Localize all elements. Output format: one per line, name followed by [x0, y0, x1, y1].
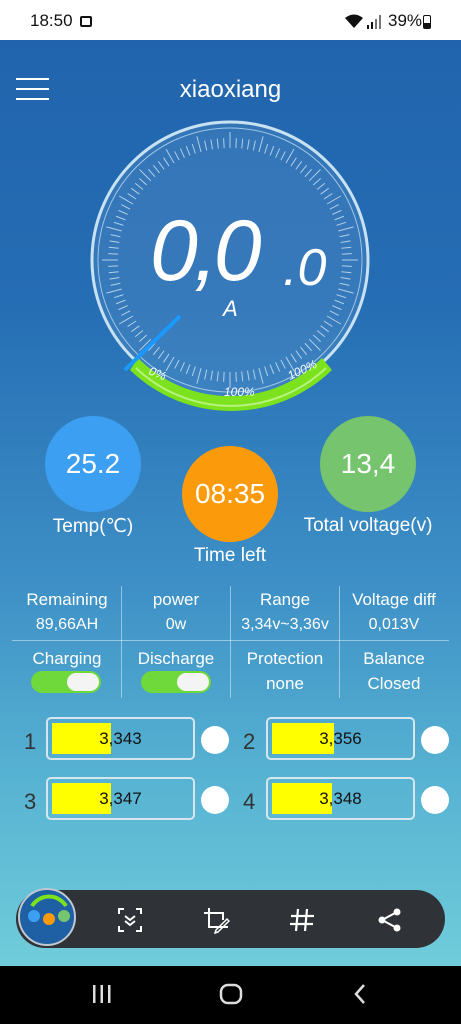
cell-select-3[interactable]: [201, 786, 229, 814]
cell-bar-1: 3,343: [46, 717, 195, 760]
balance-label: Balance: [363, 649, 425, 668]
cell-voltage-3: 3,347: [99, 788, 142, 808]
time-left-label: Time left: [193, 545, 267, 566]
share-icon[interactable]: [376, 906, 404, 934]
gauge-tick: [108, 253, 119, 255]
gauge-tick: [223, 138, 225, 149]
current-value: 0,0: [150, 203, 262, 299]
gauge-tick: [235, 138, 237, 149]
protection-label: Protection: [246, 649, 324, 668]
current-readout: 0,0 .0 A: [150, 203, 350, 321]
range-value: 3,34v~3,36v: [241, 616, 329, 633]
navigation-bar: [0, 966, 461, 1024]
cell-select-1[interactable]: [201, 726, 229, 754]
voltage-circle: 13,4: [320, 416, 416, 512]
voltage-label: Total voltage(v): [303, 515, 433, 536]
gauge-tick: [108, 265, 119, 267]
cell-bar-2: 3,356: [266, 717, 415, 760]
cell-bar-4: 3,348: [266, 777, 415, 820]
balance-value: Closed: [367, 674, 421, 693]
power-label: power: [152, 590, 200, 609]
range-label: Range: [259, 590, 311, 609]
voltage-diff-label: Voltage diff: [352, 590, 436, 609]
power-value: 0w: [165, 616, 187, 633]
time-left-circle: 08:35: [182, 446, 278, 542]
cell-number-4: 4: [243, 789, 256, 814]
cell-number-3: 3: [24, 789, 37, 814]
time-left-value: 08:35: [194, 478, 266, 509]
cell-select-4[interactable]: [421, 786, 449, 814]
temp-label: Temp(℃): [52, 516, 134, 537]
hashtag-icon[interactable]: [288, 906, 316, 934]
voltage-value: 13,4: [340, 448, 396, 479]
back-icon[interactable]: [350, 982, 370, 1006]
discharge-label: Discharge: [137, 649, 215, 668]
gauge-tick: [223, 371, 225, 382]
remaining-label: Remaining: [26, 590, 108, 609]
protection-value: none: [266, 674, 304, 693]
screenshot-toolbar: [16, 888, 445, 948]
cell-voltage-1: 3,343: [99, 728, 142, 748]
current-unit: A: [223, 296, 238, 321]
scroll-capture-icon[interactable]: [116, 906, 144, 934]
stats-divider-v1: [121, 586, 122, 698]
cell-bar-3: 3,347: [46, 777, 195, 820]
charging-label: Charging: [32, 649, 102, 668]
remaining-value: 89,66AH: [35, 616, 99, 633]
gauge-label-100: 100%: [224, 385, 255, 399]
current-decimal: .0: [283, 239, 327, 297]
cell-number-2: 2: [243, 729, 256, 754]
home-icon[interactable]: [219, 982, 243, 1006]
cell-voltage-4: 3,348: [319, 788, 362, 808]
gauge-tick: [235, 371, 237, 382]
charging-toggle[interactable]: [31, 671, 101, 693]
temp-value: 25.2: [65, 448, 121, 479]
cell-number-1: 1: [24, 729, 37, 754]
recents-icon[interactable]: [90, 983, 114, 1005]
cell-voltage-2: 3,356: [319, 728, 362, 748]
temp-circle: 25.2: [45, 416, 141, 512]
discharge-toggle[interactable]: [141, 671, 211, 693]
screenshot-thumbnail[interactable]: [18, 888, 76, 946]
draw-crop-icon[interactable]: [202, 906, 230, 934]
voltage-diff-value: 0,013V: [368, 616, 420, 633]
cell-select-2[interactable]: [421, 726, 449, 754]
